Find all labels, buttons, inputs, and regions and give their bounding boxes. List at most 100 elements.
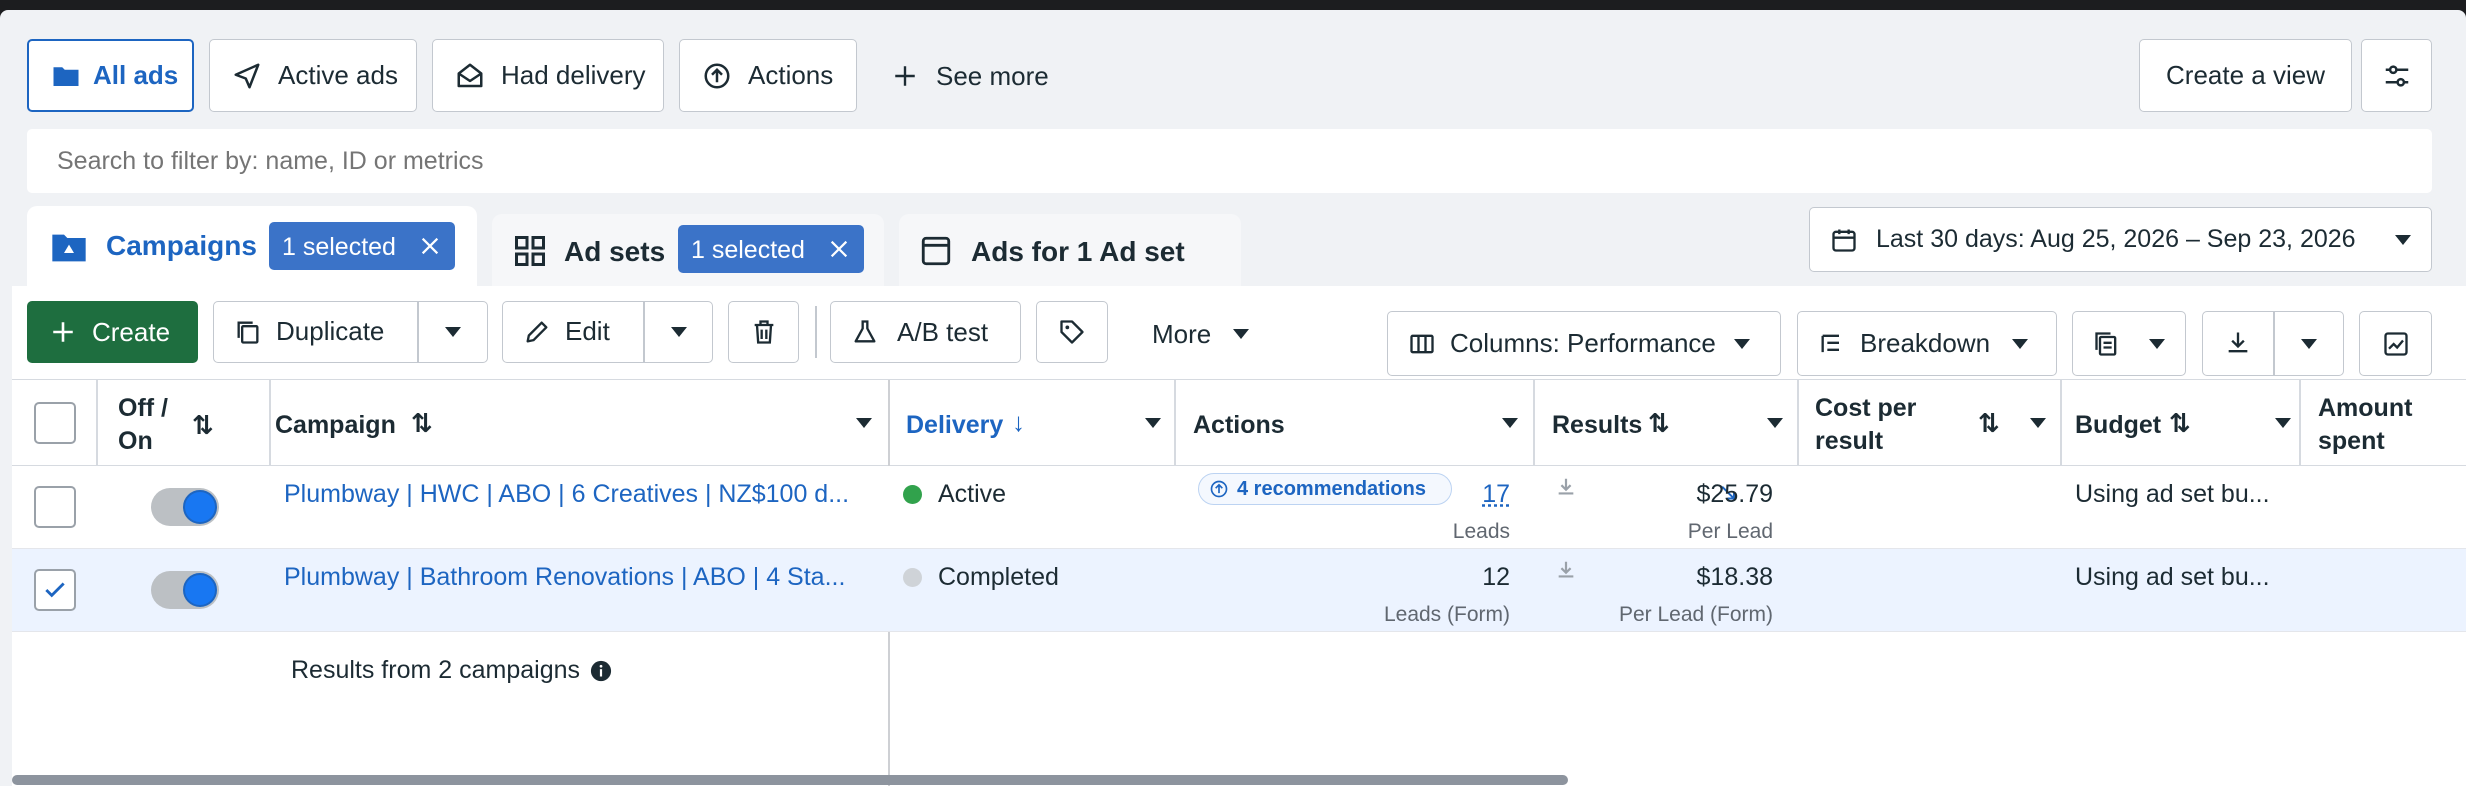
chevron-down-icon[interactable] xyxy=(1767,418,1783,428)
chevron-down-icon[interactable] xyxy=(856,418,872,428)
info-icon[interactable] xyxy=(590,660,612,682)
header-cost-per-result[interactable]: Cost per result xyxy=(1815,392,1916,458)
see-more-label: See more xyxy=(936,60,1049,91)
flask-icon xyxy=(854,320,876,343)
search-input[interactable] xyxy=(57,129,2357,193)
export-dropdown[interactable] xyxy=(2275,312,2343,374)
tab-ads[interactable]: Ads for 1 Ad set xyxy=(899,214,1241,286)
sort-icon[interactable]: ⇅ xyxy=(1978,408,2000,439)
more-button[interactable]: More xyxy=(1152,317,1250,351)
close-icon[interactable] xyxy=(828,238,850,260)
breakdown-icon xyxy=(1821,334,1839,352)
filter-all-ads[interactable]: All ads xyxy=(27,39,194,112)
arrow-up-circle-icon xyxy=(704,63,730,88)
columns-icon xyxy=(1410,334,1434,353)
header-results[interactable]: Results xyxy=(1552,409,1642,442)
chevron-down-icon xyxy=(1233,329,1250,339)
tab-campaigns-label: Campaigns xyxy=(106,230,257,261)
filter-had-delivery[interactable]: Had delivery xyxy=(432,39,664,112)
column-divider xyxy=(1174,380,1176,466)
header-amount-line2: spent xyxy=(2318,427,2385,455)
campaigns-badge-label: 1 selected xyxy=(282,233,396,261)
export-button-group xyxy=(2202,311,2344,376)
ab-test-button[interactable]: A/B test xyxy=(830,301,1021,363)
export-button[interactable] xyxy=(2203,312,2273,374)
campaign-name-link[interactable]: Plumbway | HWC | ABO | 6 Creatives | NZ$… xyxy=(284,480,849,509)
results-type: Leads (Form) xyxy=(1383,603,1510,626)
sort-icon[interactable]: ⇅ xyxy=(2169,408,2191,439)
results-value[interactable]: 17 xyxy=(1482,480,1510,509)
column-divider xyxy=(1797,380,1799,466)
campaign-name-link[interactable]: Plumbway | Bathroom Renovations | ABO | … xyxy=(284,563,845,592)
sort-down-icon[interactable]: ↓ xyxy=(1012,407,1025,438)
chevron-down-icon[interactable] xyxy=(2275,418,2291,428)
chevron-down-icon[interactable] xyxy=(1502,418,1518,428)
more-label: More xyxy=(1152,318,1212,349)
date-range-picker[interactable]: Last 30 days: Aug 25, 2026 – Sep 23, 202… xyxy=(1809,207,2432,272)
plus-icon xyxy=(53,322,73,342)
sort-icon[interactable]: ⇅ xyxy=(192,410,214,441)
recommendations-badge[interactable]: 4 recommendations xyxy=(1198,473,1452,505)
select-all-checkbox[interactable] xyxy=(34,402,76,444)
duplicate-dropdown[interactable] xyxy=(419,302,487,361)
campaigns-table: Off / On ⇅ Campaign ⇅ Delivery ↓ Actions… xyxy=(12,379,2466,786)
campaigns-selected-badge[interactable]: 1 selected xyxy=(269,222,455,270)
duplicate-icon xyxy=(237,321,259,344)
chevron-down-icon[interactable] xyxy=(2030,418,2046,428)
tab-ads-label: Ads for 1 Ad set xyxy=(971,236,1185,267)
header-actions[interactable]: Actions xyxy=(1193,409,1285,442)
tab-campaigns[interactable]: Campaigns 1 selected xyxy=(27,206,477,286)
header-cost-line2: result xyxy=(1815,427,1884,455)
row-checkbox[interactable] xyxy=(34,569,76,611)
budget-value: Using ad set bu... xyxy=(2075,480,2270,508)
duplicate-button[interactable]: Duplicate xyxy=(214,302,417,361)
search-bar[interactable] xyxy=(27,129,2432,193)
table-row[interactable]: Plumbway | HWC | ABO | 6 Creatives | NZ$… xyxy=(12,466,2466,549)
campaign-toggle[interactable] xyxy=(151,571,219,609)
header-amount-spent[interactable]: Amount spent xyxy=(2318,392,2412,458)
filter-actions[interactable]: Actions xyxy=(679,39,857,112)
create-button[interactable]: Create xyxy=(27,301,198,363)
chevron-down-icon[interactable] xyxy=(1145,418,1161,428)
reports-button[interactable] xyxy=(2072,311,2186,376)
tab-ad-sets[interactable]: Ad sets 1 selected xyxy=(492,214,884,286)
columns-button[interactable]: Columns: Performance xyxy=(1387,311,1781,376)
charts-button[interactable] xyxy=(2359,311,2432,376)
download-icon[interactable] xyxy=(1555,476,1577,498)
header-budget[interactable]: Budget xyxy=(2075,409,2161,442)
column-divider xyxy=(1533,380,1535,466)
sort-icon[interactable]: ⇅ xyxy=(411,408,433,439)
edit-button-group: Edit xyxy=(502,301,713,363)
row-checkbox[interactable] xyxy=(34,486,76,528)
filter-active-ads[interactable]: Active ads xyxy=(209,39,417,112)
create-view-button[interactable]: Create a view xyxy=(2139,39,2352,112)
edit-button[interactable]: Edit xyxy=(503,302,643,361)
tab-ad-sets-label: Ad sets xyxy=(564,236,666,267)
download-icon xyxy=(2228,332,2248,353)
horizontal-scrollbar[interactable] xyxy=(12,775,1568,785)
recommendations-label: 4 recommendations xyxy=(1237,477,1426,500)
campaign-toggle[interactable] xyxy=(151,488,219,526)
date-range-label: Last 30 days: Aug 25, 2026 – Sep 23, 202… xyxy=(1876,225,2356,253)
edit-dropdown[interactable] xyxy=(645,302,712,361)
delete-button[interactable] xyxy=(728,301,799,363)
header-campaign[interactable]: Campaign xyxy=(275,409,396,442)
calendar-icon xyxy=(1832,229,1856,252)
grid-icon xyxy=(515,236,545,266)
see-more-button[interactable]: See more xyxy=(892,59,1049,93)
header-delivery[interactable]: Delivery xyxy=(906,409,1003,442)
cost-per-result-type: Per Lead (Form) xyxy=(1618,603,1773,626)
view-settings-button[interactable] xyxy=(2361,39,2432,112)
chevron-down-icon xyxy=(2395,235,2411,245)
tag-button[interactable] xyxy=(1036,301,1108,363)
download-icon[interactable] xyxy=(1555,559,1577,581)
chevron-down-icon xyxy=(1734,339,1750,349)
breakdown-button[interactable]: Breakdown xyxy=(1797,311,2057,376)
chevron-down-icon xyxy=(2301,339,2317,349)
envelope-open-icon xyxy=(457,63,483,87)
sliders-icon xyxy=(2385,64,2408,87)
sort-icon[interactable]: ⇅ xyxy=(1648,408,1670,439)
close-icon[interactable] xyxy=(419,235,441,257)
adsets-selected-badge[interactable]: 1 selected xyxy=(678,225,864,273)
table-row[interactable]: Plumbway | Bathroom Renovations | ABO | … xyxy=(12,549,2466,632)
